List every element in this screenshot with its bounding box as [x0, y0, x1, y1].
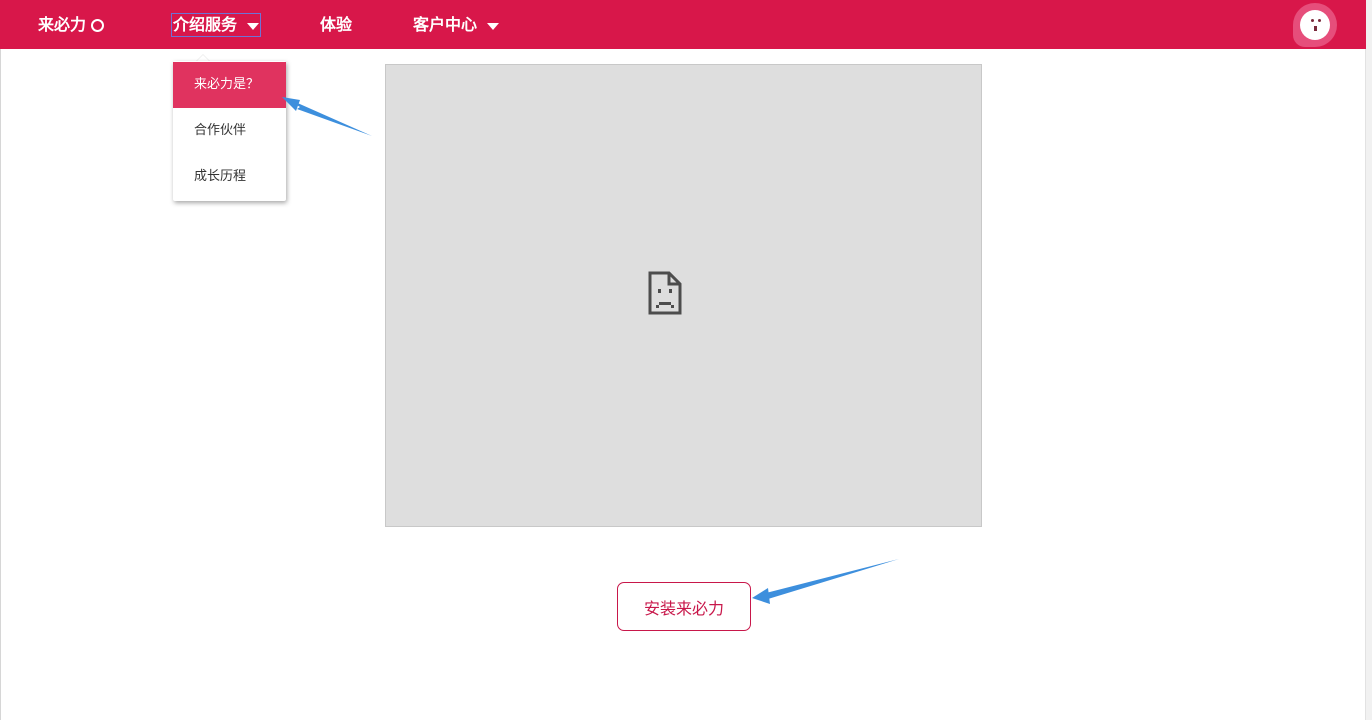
user-avatar[interactable] [1293, 3, 1337, 47]
nav-item-label: 客户中心 [413, 15, 478, 34]
brand-ring-icon [91, 18, 105, 32]
intro-services-dropdown: 来必力是？ 合作伙伴 成长历程 [173, 61, 286, 201]
avatar-face-icon [1300, 10, 1330, 40]
nav-item-customer-center[interactable]: 客户中心 [413, 14, 500, 36]
window-border-left [0, 0, 1, 720]
dropdown-item-what-is[interactable]: 来必力是？ [173, 62, 286, 108]
top-navbar: 来必力 介绍服务 体验 客户中心 [0, 0, 1366, 49]
install-button[interactable]: 安装来必力 [617, 582, 751, 631]
chevron-down-icon [247, 22, 260, 30]
dropdown-item-partners[interactable]: 合作伙伴 [173, 108, 286, 154]
broken-image-icon [648, 271, 682, 315]
brand-logo[interactable]: 来必力 [38, 14, 105, 36]
window-scrollbar-track[interactable] [1365, 0, 1372, 720]
brand-name: 来必力 [38, 15, 87, 34]
annotation-arrow-dropdown [282, 97, 372, 136]
annotation-arrow-install [752, 559, 899, 604]
media-placeholder [385, 64, 982, 527]
chevron-down-icon [487, 22, 500, 30]
dropdown-item-history[interactable]: 成长历程 [173, 154, 286, 200]
nav-item-experience[interactable]: 体验 [320, 14, 352, 36]
nav-item-label: 介绍服务 [173, 15, 238, 34]
nav-item-intro-services[interactable]: 介绍服务 [170, 13, 262, 37]
nav-item-label: 体验 [320, 15, 353, 34]
install-button-label: 安装来必力 [643, 598, 724, 618]
